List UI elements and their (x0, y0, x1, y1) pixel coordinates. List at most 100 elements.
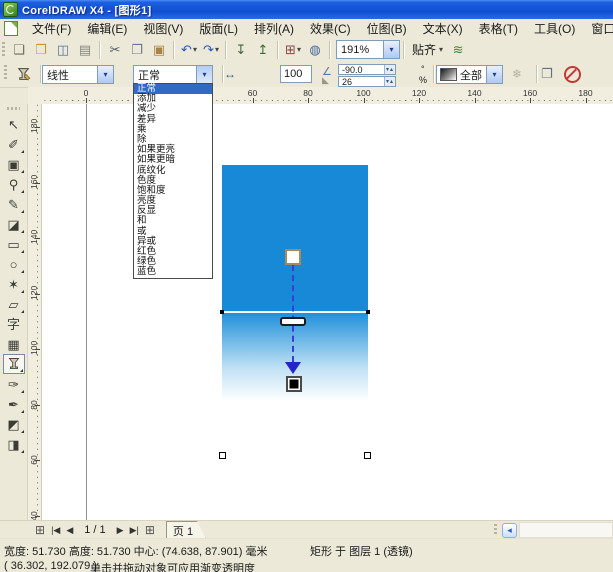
document-window-icon[interactable] (4, 21, 18, 36)
fill-tool[interactable]: ◩ (3, 414, 25, 434)
pick-tool[interactable]: ↖ (3, 114, 25, 134)
import-button[interactable]: ↧ (230, 40, 252, 60)
application-launcher-button[interactable]: ⊞▾ (282, 40, 304, 60)
merge-mode-arrow-icon[interactable]: ▾ (196, 66, 212, 83)
edge-pad-field[interactable]: 26 ▾▴ (338, 76, 396, 87)
toolbox-gripper[interactable] (7, 107, 20, 110)
scrollbar-gripper[interactable] (494, 524, 497, 536)
menu-file[interactable]: 文件(F) (24, 18, 79, 39)
rectangle-tool[interactable]: ▭ (3, 234, 25, 254)
menu-window[interactable]: 窗口(W) (583, 18, 613, 39)
selection-handle[interactable] (366, 310, 370, 314)
text-tool[interactable]: 字 (3, 314, 25, 334)
toolbar-gripper[interactable] (2, 42, 5, 58)
transparency-end-node[interactable] (286, 376, 302, 392)
shape-tool[interactable]: ✐ (3, 134, 25, 154)
table-tool[interactable]: ▦ (3, 334, 25, 354)
undo-button-caret-icon[interactable]: ▾ (193, 45, 197, 54)
ruler-label: 80 (303, 88, 312, 98)
opacity-field[interactable]: 100 (280, 65, 312, 83)
menu-tools[interactable]: 工具(O) (526, 18, 583, 39)
print-button[interactable]: ▤ (74, 40, 96, 60)
smart-fill-tool[interactable]: ◪ (3, 214, 25, 234)
export-button[interactable]: ↥ (252, 40, 274, 60)
redo-button[interactable]: ↷▾ (200, 40, 222, 60)
undo-button[interactable]: ↶▾ (178, 40, 200, 60)
freehand-tool[interactable]: ✎ (3, 194, 25, 214)
menu-table[interactable]: 表格(T) (471, 18, 526, 39)
ruler-label: 160 (523, 88, 537, 98)
first-page-button[interactable]: |◀ (48, 525, 63, 536)
scissors-icon: ✂ (110, 43, 121, 56)
transparency-midpoint-slider[interactable] (280, 317, 306, 326)
fountain-type-combo[interactable]: 线性 ▾ (42, 65, 114, 84)
prev-page-button[interactable]: ◀ (63, 525, 76, 536)
fountain-type-arrow-icon[interactable]: ▾ (97, 66, 113, 83)
paste-button[interactable]: ▣ (148, 40, 170, 60)
menu-text[interactable]: 文本(X) (415, 18, 471, 39)
selection-handle[interactable] (364, 452, 371, 459)
cut-button[interactable]: ✂ (104, 40, 126, 60)
transparency-start-node[interactable] (285, 249, 301, 265)
ruler-tick (530, 98, 531, 103)
menu-view[interactable]: 视图(V) (135, 18, 191, 39)
open-button[interactable]: ❒ (30, 40, 52, 60)
corel-online-button[interactable]: ◍ (304, 40, 326, 60)
vertical-ruler[interactable]: 180160140120100806040 (28, 104, 42, 520)
menu-edit[interactable]: 编辑(E) (79, 18, 135, 39)
selection-handle[interactable] (220, 310, 224, 314)
horizontal-scrollbar-track[interactable] (519, 522, 613, 538)
transparency-target-combo[interactable]: 全部 ▾ (436, 65, 503, 84)
angle-field[interactable]: -90.0 ▾▴ (338, 64, 396, 75)
title-bar[interactable]: CorelDRAW X4 - [图形1] (0, 0, 613, 19)
merge-mode-combo[interactable]: 正常 ▾ (133, 65, 213, 84)
outline-tool[interactable]: ✒ (3, 394, 25, 414)
interactive-fill-tool[interactable]: ◨ (3, 434, 25, 454)
options-button[interactable]: ≋ (447, 40, 469, 60)
new-document-button[interactable]: ❏ (8, 40, 30, 60)
transparency-tool[interactable] (3, 354, 25, 374)
menu-layout[interactable]: 版面(L) (191, 18, 246, 39)
basic-shapes-tool[interactable]: ▱ (3, 294, 25, 314)
edit-transparency-button[interactable] (12, 64, 34, 84)
menu-arrange[interactable]: 排列(A) (246, 18, 302, 39)
snap-to-button[interactable]: 贴齐 ▾ (408, 41, 447, 58)
merge-mode-option[interactable]: 蓝色 (134, 267, 212, 277)
page-tab[interactable]: 页 1 (166, 521, 206, 539)
application-launcher-button-caret-icon[interactable]: ▾ (297, 45, 301, 54)
flyout-indicator (21, 450, 24, 453)
horizontal-ruler[interactable]: 020406080100120140160180 (42, 87, 613, 105)
zoom-tool[interactable]: ⚲ (3, 174, 25, 194)
ruler-origin-corner[interactable] (28, 87, 43, 105)
edge-pad-spinner[interactable]: ▾▴ (384, 77, 395, 86)
selection-handle[interactable] (219, 452, 226, 459)
merge-mode-option[interactable]: 如果更暗 (134, 155, 212, 165)
drawing-canvas[interactable] (42, 104, 613, 520)
tool-hint: 单击并拖动对象可应用渐变透明度 (90, 560, 255, 572)
save-button[interactable]: ◫ (52, 40, 74, 60)
target-arrow-icon[interactable]: ▾ (486, 66, 502, 83)
property-bar-gripper[interactable] (4, 65, 7, 81)
add-page-button-left[interactable]: ⊞ (32, 523, 48, 537)
polygon-tool[interactable]: ✶ (3, 274, 25, 294)
separator (277, 41, 279, 59)
crop-tool[interactable]: ▣ (3, 154, 25, 174)
zoom-level-combo[interactable]: 191% ▾ (336, 40, 400, 59)
menu-effects[interactable]: 效果(C) (302, 18, 359, 39)
add-page-button-right[interactable]: ⊞ (142, 523, 158, 537)
eyedropper-tool[interactable]: ✑ (3, 374, 25, 394)
ellipse-tool[interactable]: ○ (3, 254, 25, 274)
freeze-transparency-icon[interactable]: ❄ (512, 67, 522, 81)
copy-button[interactable]: ❐ (126, 40, 148, 60)
redo-button-caret-icon[interactable]: ▾ (215, 45, 219, 54)
menu-bitmaps[interactable]: 位图(B) (359, 18, 415, 39)
next-page-button[interactable]: ▶ (114, 525, 127, 536)
blue-rectangle-object[interactable] (222, 165, 368, 311)
page-navigation-bar: ⊞|◀◀1 / 1▶▶|⊞ 页 1 ◂ (0, 520, 613, 539)
zoom-combo-arrow-icon[interactable]: ▾ (383, 41, 399, 58)
no-transparency-icon[interactable] (564, 66, 581, 83)
angle-spinner[interactable]: ▾▴ (384, 65, 395, 74)
scroll-left-button[interactable]: ◂ (502, 523, 517, 538)
last-page-button[interactable]: ▶| (127, 525, 142, 536)
copy-transparency-icon[interactable]: ❐ (541, 66, 553, 82)
